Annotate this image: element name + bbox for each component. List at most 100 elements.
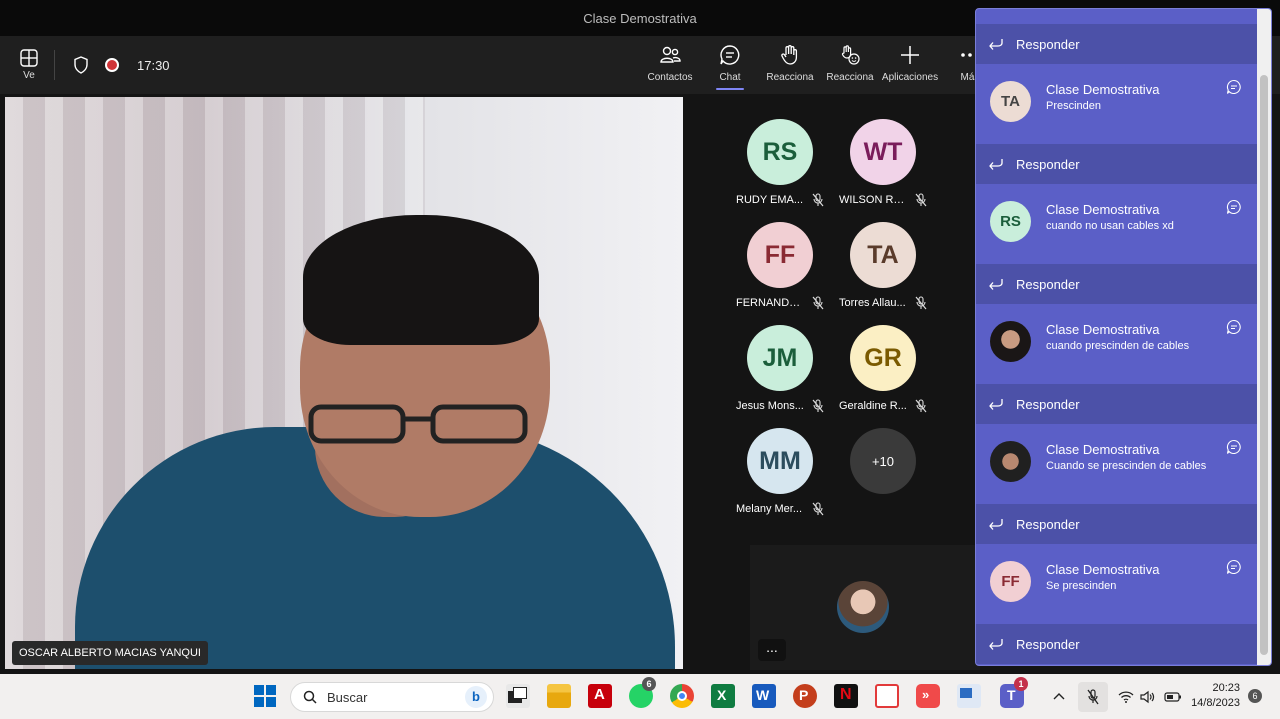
task-view-icon[interactable] xyxy=(506,684,530,708)
reply-icon xyxy=(989,399,1003,410)
word-icon[interactable]: W xyxy=(752,684,776,708)
glasses xyxy=(308,404,528,444)
view-button[interactable]: Ve xyxy=(14,49,44,81)
window-title: Clase Demostrativa xyxy=(583,10,697,26)
reply-icon xyxy=(989,519,1003,530)
reply-label: Responder xyxy=(1016,636,1080,652)
chrome-icon[interactable] xyxy=(670,684,694,708)
participant-tile[interactable]: RS RUDY EMA... xyxy=(722,119,825,221)
bing-icon[interactable]: b xyxy=(465,686,487,708)
network-app-icon[interactable] xyxy=(957,684,981,708)
anydesk-icon[interactable]: » xyxy=(916,684,940,708)
mic-off-icon xyxy=(812,193,824,207)
recording-icon xyxy=(105,58,119,72)
view-label: Ve xyxy=(23,70,35,81)
main-video[interactable] xyxy=(5,97,683,669)
plus-icon xyxy=(901,46,919,64)
chat-label: Chat xyxy=(719,72,741,83)
chat-message[interactable]: FF Clase Demostrativa Se prescinden xyxy=(976,547,1257,627)
netflix-icon[interactable]: N xyxy=(834,684,858,708)
chat-bubble-icon xyxy=(1226,79,1241,94)
scrollbar[interactable] xyxy=(1257,9,1271,665)
message-text: Se prescinden xyxy=(1046,580,1117,592)
taskbar-clock[interactable]: 20:23 14/8/2023 xyxy=(1188,681,1240,711)
raise-hand-button[interactable]: Reacciona xyxy=(760,44,820,92)
mic-muted-icon[interactable] xyxy=(1078,681,1108,712)
notification-count-badge[interactable]: 6 xyxy=(1248,689,1262,703)
clock-date: 14/8/2023 xyxy=(1191,697,1240,709)
message-title: Clase Demostrativa xyxy=(1046,202,1160,217)
participant-name: Jesus Mons... xyxy=(736,400,804,412)
participant-tile[interactable]: GR Geraldine R... xyxy=(825,325,928,427)
search-placeholder: Buscar xyxy=(327,689,368,705)
shield-icon[interactable] xyxy=(73,56,89,74)
mic-off-icon xyxy=(915,193,927,207)
reply-label: Responder xyxy=(1016,36,1080,52)
contacts-label: Contactos xyxy=(647,72,693,83)
participant-tile[interactable]: WT WILSON RO... xyxy=(825,119,928,221)
excel-icon[interactable]: X xyxy=(711,684,735,708)
participant-name: Torres Allau... xyxy=(839,297,906,309)
reply-button[interactable]: Responder xyxy=(976,504,1257,544)
chat-button[interactable]: Chat xyxy=(700,44,760,92)
more-participants-button[interactable]: +10 xyxy=(850,428,916,494)
participant-tile[interactable]: FF FERNANDO... xyxy=(722,222,825,324)
chat-message[interactable]: RS Clase Demostrativa cuando no usan cab… xyxy=(976,187,1257,267)
chat-bubble-icon xyxy=(1226,559,1241,574)
message-avatar: RS xyxy=(990,201,1031,242)
message-avatar: FF xyxy=(990,561,1031,602)
reply-button[interactable]: Responder xyxy=(976,144,1257,184)
chat-message[interactable]: TA Clase Demostrativa Prescinden xyxy=(976,67,1257,147)
message-text: Prescinden xyxy=(1046,100,1102,112)
participant-name: WILSON RO... xyxy=(839,194,909,206)
mic-off-icon xyxy=(915,296,927,310)
clock-time: 20:23 xyxy=(1212,682,1240,694)
system-tray xyxy=(1052,674,1182,719)
chevron-up-icon[interactable] xyxy=(1052,690,1066,704)
reaction-icon xyxy=(841,45,860,65)
teams-icon[interactable]: T 1 xyxy=(1000,677,1028,708)
acrobat-icon[interactable]: A xyxy=(588,684,612,708)
self-view-more-button[interactable]: ... xyxy=(758,639,786,661)
participant-avatar: FF xyxy=(747,222,813,288)
participant-tile[interactable]: JM Jesus Mons... xyxy=(722,325,825,427)
chat-bubble-icon xyxy=(1226,319,1241,334)
message-avatar-photo xyxy=(990,441,1031,482)
participant-name: FERNANDO... xyxy=(736,297,806,309)
wifi-icon[interactable] xyxy=(1118,690,1134,704)
reply-button[interactable]: Responder xyxy=(976,264,1257,304)
message-title: Clase Demostrativa xyxy=(1046,442,1160,457)
raise-hand-label: Reacciona xyxy=(766,72,814,83)
mic-off-icon xyxy=(812,502,824,516)
chat-bubble-icon xyxy=(1226,439,1241,454)
reply-button[interactable]: Responder xyxy=(976,384,1257,424)
raise-hand-icon xyxy=(781,45,798,65)
participant-avatar: MM xyxy=(747,428,813,494)
chat-icon xyxy=(720,45,740,65)
reply-button[interactable]: Responder xyxy=(976,624,1257,664)
whatsapp-icon[interactable]: 6 xyxy=(629,677,656,708)
participant-tile[interactable]: TA Torres Allau... xyxy=(825,222,928,324)
file-explorer-icon[interactable] xyxy=(547,684,571,708)
participant-name: RUDY EMA... xyxy=(736,194,804,206)
message-avatar: TA xyxy=(990,81,1031,122)
battery-icon[interactable] xyxy=(1164,691,1182,703)
participant-tile[interactable]: MM Melany Mer... xyxy=(722,428,825,530)
apps-button[interactable]: Aplicaciones xyxy=(880,44,940,92)
contacts-button[interactable]: Contactos xyxy=(640,44,700,92)
windows-taskbar: Buscar b A 6 X W P N » T 1 20:23 14/8/20 xyxy=(0,674,1280,719)
chat-message[interactable]: Clase Demostrativa cuando prescinden de … xyxy=(976,307,1257,387)
powerpoint-icon[interactable]: P xyxy=(793,684,817,708)
message-text: cuando prescinden de cables xyxy=(1046,340,1190,352)
reply-icon xyxy=(989,39,1003,50)
snipping-tool-icon[interactable] xyxy=(875,684,899,708)
teams-window: Clase Demostrativa Ve 17:30 Contactos Ch… xyxy=(0,0,1280,719)
windows-start-icon[interactable] xyxy=(254,685,276,707)
reply-button[interactable]: Responder xyxy=(976,24,1257,64)
reactions-button[interactable]: Reacciona xyxy=(820,44,880,92)
scrollbar-thumb[interactable] xyxy=(1260,75,1268,655)
chat-message[interactable]: Clase Demostrativa Cuando se prescinden … xyxy=(976,427,1257,507)
taskbar-search[interactable]: Buscar b xyxy=(290,682,494,712)
participant-avatar: WT xyxy=(850,119,916,185)
volume-icon[interactable] xyxy=(1140,690,1156,704)
